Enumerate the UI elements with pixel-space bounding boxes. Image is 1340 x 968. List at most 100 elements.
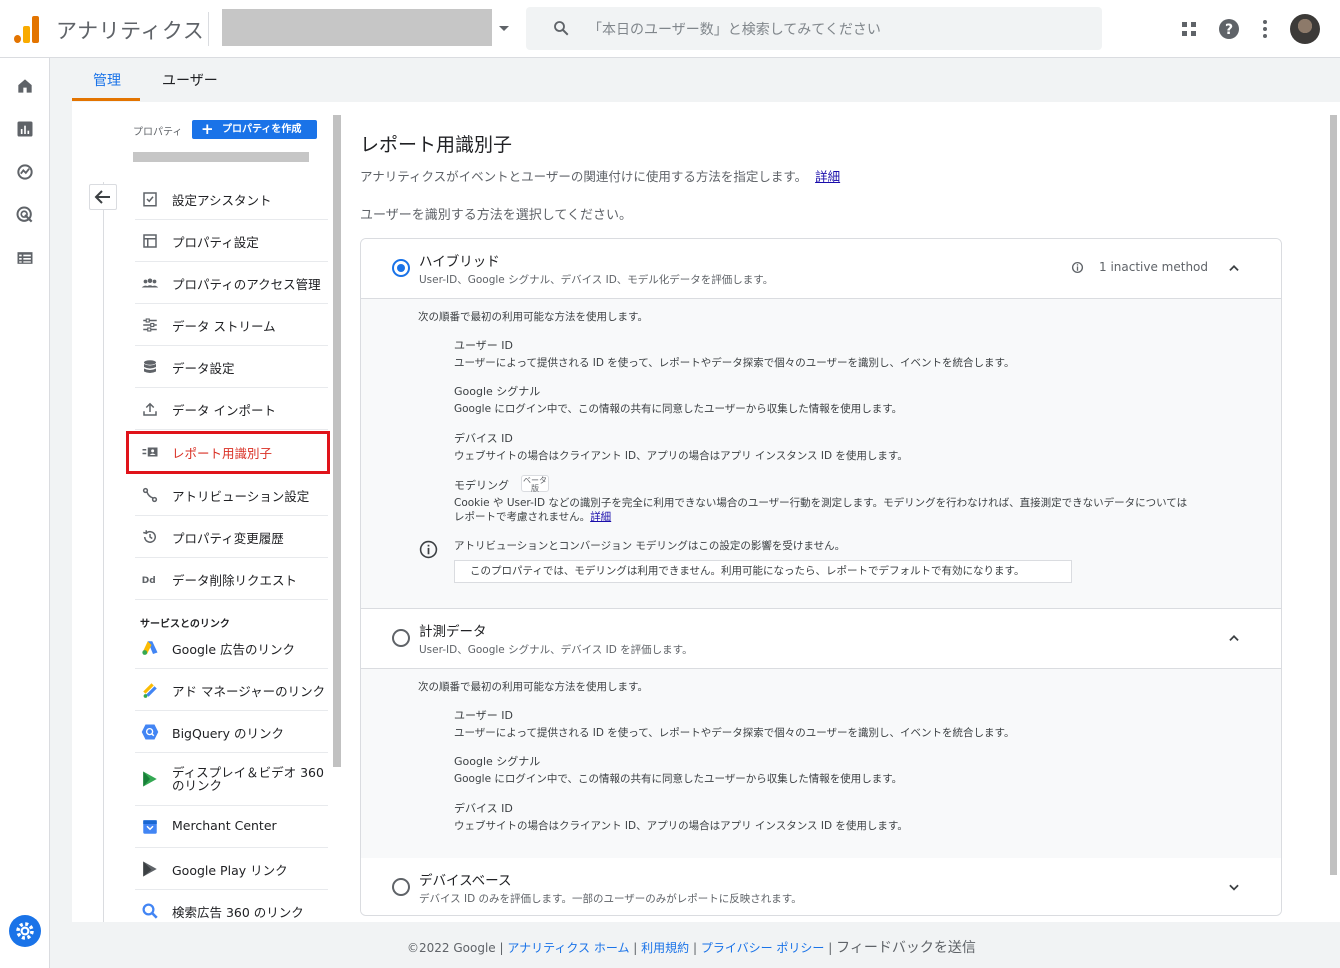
- nav-scrollbar[interactable]: [333, 115, 341, 767]
- info-icon[interactable]: [1071, 261, 1084, 274]
- method-title: ユーザー ID: [454, 339, 513, 352]
- attribution-icon: [142, 487, 158, 503]
- option-device-based[interactable]: デバイスベース デバイス ID のみを評価します。一部のユーザーのみがレポートに…: [361, 858, 1281, 915]
- nav-item-attribution-settings[interactable]: アトリビューション設定: [135, 474, 328, 516]
- advertising-icon[interactable]: [15, 205, 35, 225]
- method-title: ユーザー ID: [454, 709, 513, 722]
- nav-item-data-settings[interactable]: データ設定: [135, 346, 328, 388]
- option-subtitle: デバイス ID のみを評価します。一部のユーザーのみがレポートに反映されます。: [419, 893, 802, 905]
- reports-icon[interactable]: [15, 119, 35, 139]
- merchant-center-icon: [143, 820, 157, 834]
- radio-device-based[interactable]: [392, 878, 410, 896]
- configure-icon[interactable]: [15, 248, 35, 268]
- google-play-icon: [143, 861, 157, 877]
- chevron-up-icon[interactable]: [1227, 261, 1241, 275]
- nav-label: アド マネージャーのリンク: [172, 684, 326, 699]
- dv360-icon: [143, 771, 157, 787]
- explore-icon[interactable]: [15, 162, 35, 182]
- create-property-label: プロパティを作成: [222, 124, 302, 135]
- feedback-link[interactable]: フィードバックを送信: [836, 940, 976, 956]
- method-title: デバイス ID: [454, 802, 513, 815]
- nav-item-google-play-links[interactable]: Google Play リンク: [135, 848, 328, 890]
- nav-item-search-ads-360-links[interactable]: 検索広告 360 のリンク: [135, 890, 328, 922]
- method-description: ユーザーによって提供される ID を使って、レポートやデータ探索で個々のユーザー…: [454, 357, 1015, 369]
- nav-item-data-import[interactable]: データ インポート: [135, 388, 328, 430]
- analytics-home-link[interactable]: アナリティクス ホーム: [507, 941, 629, 955]
- nav-label: Google 広告のリンク: [172, 642, 296, 657]
- apps-grid-icon[interactable]: [1177, 17, 1201, 41]
- chevron-down-icon[interactable]: [1227, 880, 1241, 894]
- radio-observed[interactable]: [392, 629, 410, 647]
- highlight-box: [126, 431, 330, 474]
- details-link[interactable]: 詳細: [815, 169, 840, 184]
- create-property-button[interactable]: + プロパティを作成: [192, 120, 317, 139]
- nav-label: 検索広告 360 のリンク: [172, 905, 304, 920]
- tab-user[interactable]: ユーザー: [162, 70, 218, 90]
- search-input[interactable]: 「本日のユーザー数」と検索してみてください: [588, 19, 881, 39]
- method-title: Google シグナル: [454, 385, 541, 398]
- account-selector[interactable]: [222, 9, 492, 46]
- nav-label: Google Play リンク: [172, 863, 288, 878]
- identity-options-card: ハイブリッド User-ID、Google シグナル、デバイス ID、モデル化デ…: [360, 238, 1282, 916]
- nav-item-ad-manager-links[interactable]: アド マネージャーのリンク: [135, 669, 328, 711]
- nav-item-setup-assistant[interactable]: 設定アシスタント: [135, 178, 328, 220]
- info-icon[interactable]: [419, 540, 438, 559]
- nav-label: BigQuery のリンク: [172, 726, 284, 741]
- option-observed[interactable]: 計測データ User-ID、Google シグナル、デバイス ID を評価します…: [361, 609, 1281, 669]
- method-description: Google にログイン中で、この情報の共有に同意したユーザーから収集した情報を…: [454, 773, 903, 785]
- history-icon: [143, 530, 156, 543]
- nav-item-change-history[interactable]: プロパティ変更履歴: [135, 516, 328, 558]
- option-subtitle: User-ID、Google シグナル、デバイス ID、モデル化データを評価しま…: [419, 274, 774, 286]
- option-title: デバイスベース: [419, 873, 512, 889]
- observed-details: 次の順番で最初の利用可能な方法を使用します。 ユーザー ID ユーザーによって提…: [361, 668, 1281, 859]
- help-icon[interactable]: ?: [1217, 17, 1241, 41]
- nav-label: プロパティ変更履歴: [172, 531, 284, 546]
- search-icon: [554, 21, 569, 36]
- property-name[interactable]: [133, 152, 309, 162]
- terms-link[interactable]: 利用規約: [641, 941, 689, 955]
- chevron-up-icon[interactable]: [1227, 631, 1241, 645]
- option-hybrid[interactable]: ハイブリッド User-ID、Google シグナル、デバイス ID、モデル化デ…: [361, 239, 1281, 299]
- back-button[interactable]: [89, 184, 117, 210]
- avatar[interactable]: [1290, 14, 1320, 44]
- nav-label: データ インポート: [172, 403, 276, 418]
- more-vert-icon[interactable]: [1253, 17, 1277, 41]
- home-icon[interactable]: [15, 76, 35, 96]
- nav-item-property-settings[interactable]: プロパティ設定: [135, 220, 328, 262]
- nav-label-line2: のリンク: [172, 778, 223, 793]
- radio-hybrid[interactable]: [392, 259, 410, 277]
- inactive-method-count: 1 inactive method: [1099, 260, 1209, 274]
- option-subtitle: User-ID、Google シグナル、デバイス ID を評価します。: [419, 644, 693, 656]
- admin-tabs: 管理 ユーザー: [72, 58, 1340, 102]
- nav-label: 設定アシスタント: [172, 193, 272, 208]
- nav-item-google-ads-links[interactable]: Google 広告のリンク: [135, 627, 328, 669]
- property-settings-icon: [143, 234, 157, 248]
- modeling-details-link[interactable]: 詳細: [590, 511, 611, 523]
- option-title: ハイブリッド: [419, 254, 500, 270]
- analytics-logo-icon[interactable]: [14, 15, 40, 43]
- search-bar[interactable]: 「本日のユーザー数」と検索してみてください: [526, 7, 1102, 50]
- content-scrollbar[interactable]: [1330, 115, 1337, 875]
- property-label: プロパティ: [133, 127, 183, 138]
- nav-item-access-management[interactable]: プロパティのアクセス管理: [135, 262, 328, 304]
- nav-item-merchant-center-links[interactable]: Merchant Center: [135, 806, 328, 848]
- nav-item-data-deletion[interactable]: Dd データ削除リクエスト: [135, 558, 328, 600]
- tab-admin[interactable]: 管理: [93, 70, 121, 90]
- nav-guide-line: [103, 182, 104, 922]
- app-title: アナリティクス: [56, 19, 205, 43]
- method-title: Google シグナル: [454, 755, 541, 768]
- modeling-unavailable-note: このプロパティでは、モデリングは利用できません。利用可能になったら、レポートでデ…: [454, 560, 1072, 583]
- nav-item-bigquery-links[interactable]: BigQuery のリンク: [135, 711, 328, 753]
- nav-item-dv360-links[interactable]: ディスプレイ＆ビデオ 360 のリンク: [135, 753, 328, 806]
- method-description-line2: レポートで考慮されません。詳細: [454, 509, 611, 524]
- nav-item-data-streams[interactable]: データ ストリーム: [135, 304, 328, 346]
- modeling-desc2: レポートで考慮されません。: [454, 511, 591, 523]
- data-deletion-icon: Dd: [142, 576, 156, 586]
- option-title: 計測データ: [419, 624, 487, 640]
- admin-gear-icon[interactable]: [9, 915, 41, 947]
- privacy-link[interactable]: プライバシー ポリシー: [701, 941, 825, 955]
- google-ads-icon: [142, 641, 158, 655]
- chevron-down-icon[interactable]: [499, 26, 509, 31]
- hybrid-details: 次の順番で最初の利用可能な方法を使用します。 ユーザー ID ユーザーによって提…: [361, 298, 1281, 609]
- order-intro: 次の順番で最初の利用可能な方法を使用します。: [418, 311, 648, 323]
